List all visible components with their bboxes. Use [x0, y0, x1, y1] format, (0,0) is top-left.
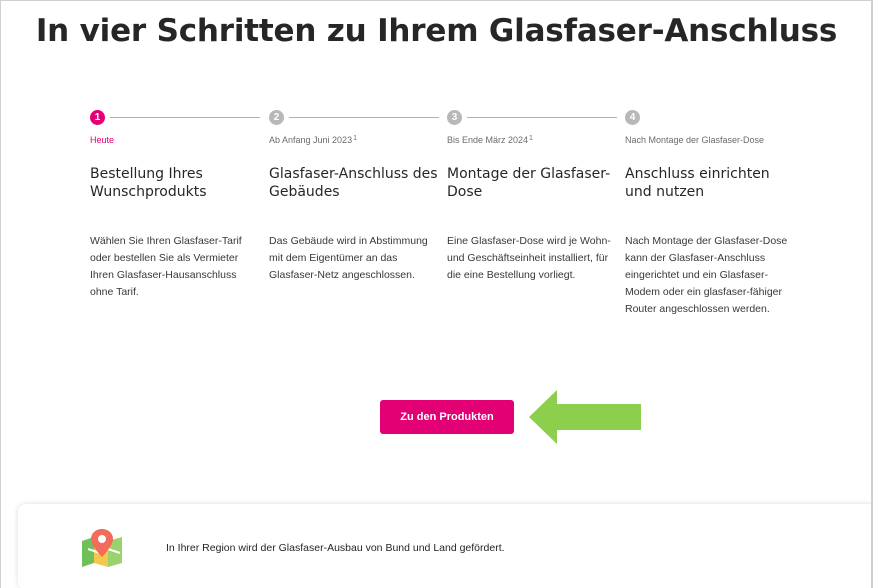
- footnote-marker[interactable]: 1: [353, 135, 357, 142]
- step-connector: [289, 116, 439, 118]
- step-date: Heute: [90, 135, 260, 147]
- step-connector: [110, 116, 260, 118]
- step-title: Montage der Glasfaser-Dose: [447, 166, 611, 200]
- step-description: Eine Glasfaser-Dose wird je Wohn- und Ge…: [447, 235, 611, 281]
- step-date-label: Nach Montage der Glasfaser-Dose: [625, 135, 765, 145]
- step-3: 3 Bis Ende März 20241 Montage der Glasfa…: [447, 109, 617, 284]
- step-marker: 1: [90, 109, 260, 125]
- step-description: Nach Montage der Glasfaser-Dose kann der…: [625, 235, 788, 315]
- step-date: Ab Anfang Juni 20231: [269, 135, 439, 147]
- steps-timeline: 1 Heute Bestellung Ihres Wunschprodukts …: [90, 109, 790, 359]
- arrow-left-icon: [529, 390, 641, 444]
- step-number-badge: 3: [447, 109, 462, 125]
- step-marker: 2: [269, 109, 439, 125]
- step-date-label: Bis Ende März 2024: [447, 135, 529, 145]
- footnote-marker[interactable]: 1: [529, 135, 533, 142]
- map-pin-icon: [82, 529, 122, 567]
- step-number-badge: 2: [269, 109, 284, 125]
- step-number-badge: 4: [625, 109, 640, 125]
- funding-info-card: In Ihrer Region wird der Glasfaser-Ausba…: [18, 504, 873, 588]
- step-2: 2 Ab Anfang Juni 20231 Glasfaser-Anschlu…: [269, 109, 439, 284]
- step-number-badge: 1: [90, 109, 105, 125]
- step-date-label: Ab Anfang Juni 2023: [269, 135, 353, 145]
- step-title: Glasfaser-Anschluss des Gebäudes: [269, 166, 438, 200]
- step-description: Wählen Sie Ihren Glasfaser-Tarif oder be…: [90, 235, 242, 298]
- step-marker: 3: [447, 109, 617, 125]
- step-title: Anschluss einrichten und nutzen: [625, 166, 770, 200]
- funding-info-text: In Ihrer Region wird der Glasfaser-Ausba…: [166, 542, 505, 554]
- step-1: 1 Heute Bestellung Ihres Wunschprodukts …: [90, 109, 260, 301]
- products-button[interactable]: Zu den Produkten: [380, 400, 514, 434]
- step-marker: 4: [625, 109, 795, 125]
- page: In vier Schritten zu Ihrem Glasfaser-Ans…: [0, 0, 873, 588]
- step-description: Das Gebäude wird in Abstimmung mit dem E…: [269, 235, 428, 281]
- step-4: 4 Nach Montage der Glasfaser-Dose Anschl…: [625, 109, 795, 318]
- step-connector: [467, 116, 617, 118]
- step-title: Bestellung Ihres Wunschprodukts: [90, 166, 207, 200]
- step-date: Nach Montage der Glasfaser-Dose: [625, 135, 795, 147]
- step-date: Bis Ende März 20241: [447, 135, 617, 147]
- page-title: In vier Schritten zu Ihrem Glasfaser-Ans…: [35, 13, 838, 49]
- step-date-label: Heute: [90, 135, 115, 145]
